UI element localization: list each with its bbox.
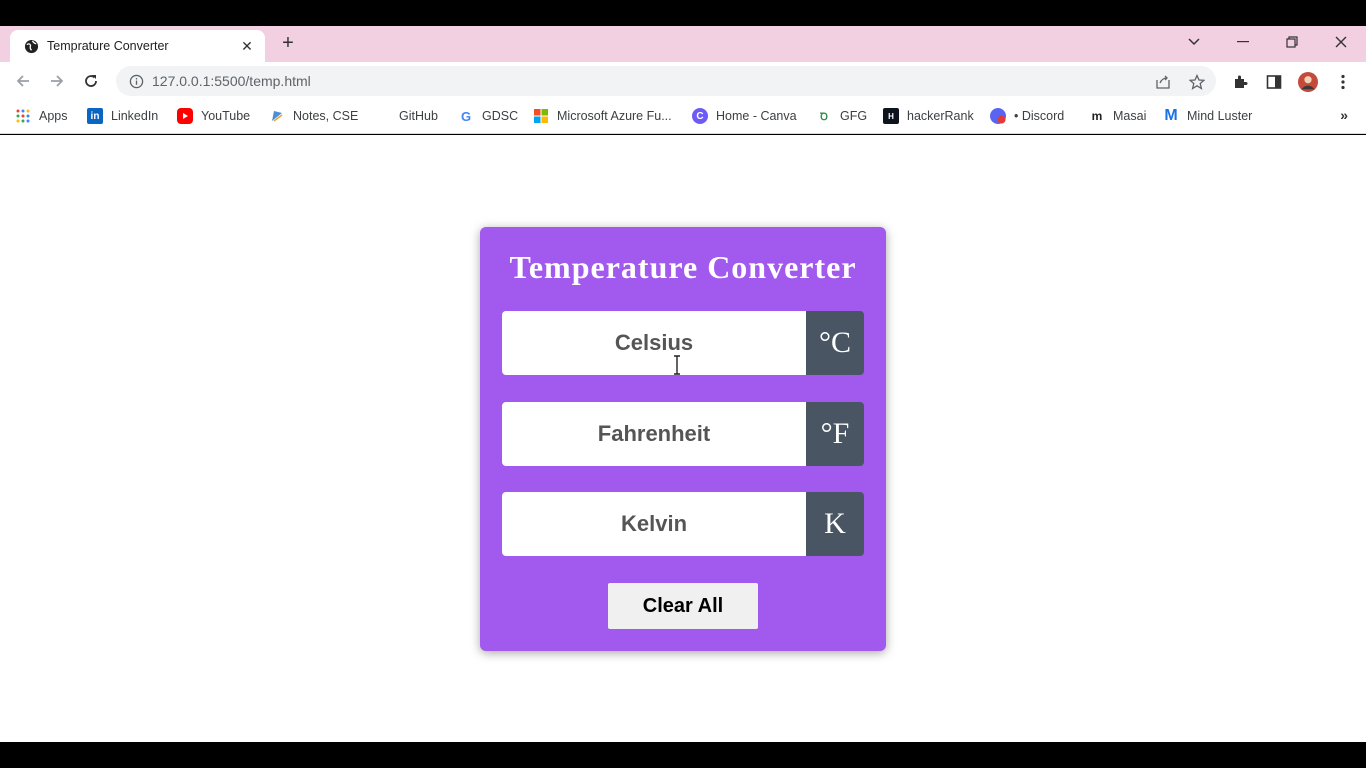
celsius-row: °C <box>502 311 864 375</box>
converter-card: Temperature Converter °C °F K Clear All <box>480 227 886 651</box>
bookmark-label: YouTube <box>201 109 251 123</box>
kelvin-unit-label: K <box>806 492 864 556</box>
microsoft-icon <box>533 108 549 124</box>
clear-all-button[interactable]: Clear All <box>608 583 758 629</box>
celsius-unit-label: °C <box>806 311 864 375</box>
youtube-icon <box>177 108 193 124</box>
browser-toolbar: 127.0.0.1:5500/temp.html <box>0 62 1366 100</box>
bookmark-label: LinkedIn <box>111 109 159 123</box>
bookmark-discord[interactable]: • Discord <box>990 106 1064 126</box>
mindluster-icon: M <box>1164 107 1178 124</box>
url-text: 127.0.0.1:5500/temp.html <box>152 73 311 89</box>
bookmark-github[interactable]: GitHub <box>375 106 438 126</box>
bookmark-label: Microsoft Azure Fu... <box>557 109 672 123</box>
profile-avatar[interactable] <box>1298 72 1318 92</box>
new-tab-button[interactable]: + <box>278 33 298 54</box>
bookmark-label: Apps <box>39 109 68 123</box>
tab-close-icon[interactable]: ✕ <box>239 38 255 54</box>
bookmark-apps[interactable]: Apps <box>15 106 68 126</box>
bookmarks-overflow-icon[interactable]: » <box>1340 107 1348 123</box>
bookmark-canva[interactable]: C Home - Canva <box>692 106 797 126</box>
bookmark-label: Notes, CSE <box>293 109 359 123</box>
restore-icon[interactable] <box>1280 30 1304 54</box>
bookmark-star-icon[interactable] <box>1188 73 1206 91</box>
kelvin-input[interactable] <box>502 492 806 556</box>
extensions-icon[interactable] <box>1230 72 1250 92</box>
minimize-icon[interactable] <box>1231 30 1255 54</box>
back-arrow-icon[interactable] <box>13 71 33 91</box>
gfg-icon: Ꝺ <box>820 112 828 123</box>
tab-search-chevron-icon[interactable] <box>1182 30 1206 54</box>
fahrenheit-unit-label: °F <box>806 402 864 466</box>
converter-title: Temperature Converter <box>509 249 857 285</box>
bookmark-label: Masai <box>1113 109 1147 123</box>
screen-bottom-border <box>0 742 1366 768</box>
reload-icon[interactable] <box>81 71 101 91</box>
bookmark-label: hackerRank <box>907 109 974 123</box>
notes-icon <box>269 108 285 124</box>
window-close-icon[interactable] <box>1329 30 1353 54</box>
site-info-icon[interactable] <box>128 73 144 89</box>
address-bar[interactable]: 127.0.0.1:5500/temp.html <box>116 66 1216 96</box>
linkedin-icon: in <box>87 108 103 124</box>
github-icon <box>375 108 391 124</box>
discord-icon <box>990 108 1006 124</box>
screen-top-border <box>0 0 1366 26</box>
page-content: Temperature Converter °C °F K Clear All <box>0 135 1366 742</box>
tab-strip: Temprature Converter ✕ <box>0 26 1366 62</box>
forward-arrow-icon[interactable] <box>47 71 67 91</box>
bookmark-label: • Discord <box>1014 109 1065 123</box>
kelvin-row: K <box>502 492 864 556</box>
side-panel-icon[interactable] <box>1264 72 1284 92</box>
hackerrank-icon: H <box>883 108 899 124</box>
celsius-input[interactable] <box>502 311 806 375</box>
bookmark-gfg[interactable]: Ꝺ GFG <box>816 106 867 126</box>
fahrenheit-row: °F <box>502 402 864 466</box>
google-icon: G <box>460 108 472 124</box>
apps-grid-icon <box>15 108 31 124</box>
bookmark-hackerrank[interactable]: H hackerRank <box>883 106 974 126</box>
share-icon[interactable] <box>1154 73 1172 91</box>
bookmark-mind-luster[interactable]: M Mind Luster <box>1163 106 1252 126</box>
tab-title: Temprature Converter <box>47 39 169 53</box>
bookmark-notes-cse[interactable]: Notes, CSE <box>269 106 358 126</box>
globe-icon <box>23 38 39 54</box>
fahrenheit-input[interactable] <box>502 402 806 466</box>
tab-temperature-converter[interactable]: Temprature Converter ✕ <box>10 30 265 62</box>
bookmark-label: Mind Luster <box>1187 109 1253 123</box>
bookmark-label: GDSC <box>482 109 519 123</box>
bookmark-linkedin[interactable]: in LinkedIn <box>87 106 158 126</box>
browser-menu-icon[interactable] <box>1333 72 1353 92</box>
text-cursor-icon <box>672 355 682 375</box>
bookmark-masai[interactable]: m Masai <box>1089 106 1147 126</box>
bookmark-microsoft-azure[interactable]: Microsoft Azure Fu... <box>533 106 672 126</box>
bookmark-label: GitHub <box>399 109 438 123</box>
bookmark-gdsc[interactable]: G GDSC <box>458 106 518 126</box>
masai-icon: m <box>1091 109 1103 123</box>
bookmarks-bar: Apps in LinkedIn YouTube Notes, CSE GitH… <box>0 100 1366 134</box>
bookmark-youtube[interactable]: YouTube <box>177 106 250 126</box>
canva-icon: C <box>692 108 708 124</box>
bookmark-label: GFG <box>840 109 868 123</box>
bookmark-label: Home - Canva <box>716 109 797 123</box>
